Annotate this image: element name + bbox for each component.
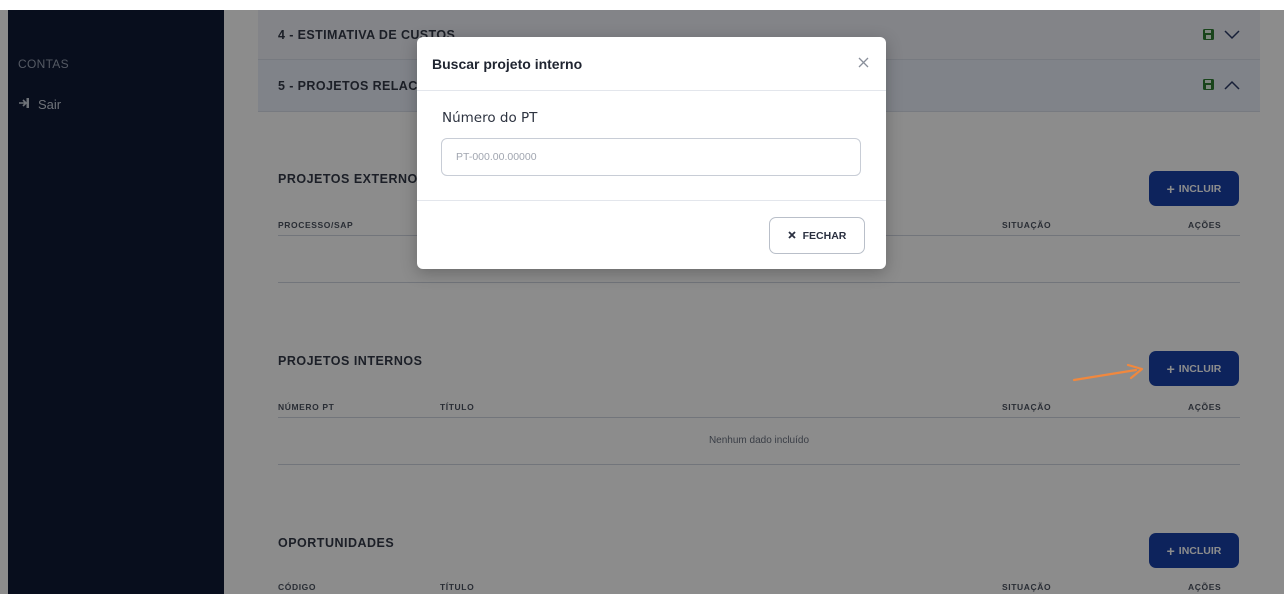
button-label: FECHAR [802,229,847,242]
modal-footer-divider [417,200,886,201]
modal-header: Buscar projeto interno [417,37,886,91]
numero-pt-input[interactable] [441,138,861,176]
fechar-button[interactable]: FECHAR [769,217,865,254]
close-icon [787,230,796,242]
modal-title: Buscar projeto interno [432,55,583,72]
numero-pt-label: Número do PT [442,110,538,126]
annotation-arrow-icon [1072,363,1144,382]
top-strip [0,0,1284,10]
buscar-projeto-interno-modal: Buscar projeto interno Número do PT FECH… [417,37,886,269]
close-icon[interactable] [854,53,872,71]
